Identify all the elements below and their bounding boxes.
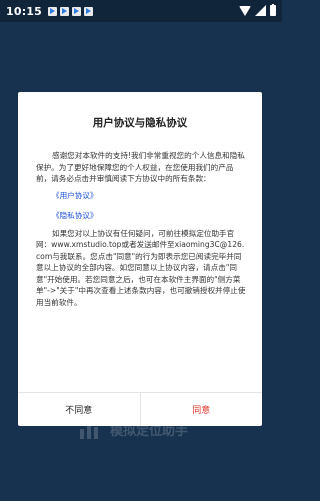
status-icons xyxy=(239,4,276,16)
privacy-agreement-link[interactable]: 《隐私协议》 xyxy=(52,208,248,224)
dialog-body: 感谢您对本软件的支持!我们非常重视您的个人信息和隐私保护。为了更好地保障您的个人… xyxy=(36,150,248,308)
wifi-icon xyxy=(239,5,251,16)
play-store-icon xyxy=(84,6,94,16)
intro-paragraph: 感谢您对本软件的支持!我们非常重视您的个人信息和隐私保护。为了更好地保障您的个人… xyxy=(36,151,245,183)
contact-paragraph: 如果您对以上协议有任何疑问，可前往模拟定位助手官网：www.xmstudio.t… xyxy=(36,228,246,307)
user-agreement-link[interactable]: 《用户协议》 xyxy=(52,188,248,204)
battery-icon xyxy=(270,4,276,16)
play-store-icon xyxy=(48,6,58,16)
agreement-dialog: 用户协议与隐私协议 感谢您对本软件的支持!我们非常重视您的个人信息和隐私保护。为… xyxy=(18,92,262,426)
play-store-icon xyxy=(60,6,70,16)
status-bar: 10:15 xyxy=(0,0,282,22)
dialog-buttons: 不同意 同意 xyxy=(18,392,262,426)
signal-icon xyxy=(255,5,266,16)
status-time: 10:15 xyxy=(6,4,43,18)
play-store-icon xyxy=(72,6,82,16)
disagree-button[interactable]: 不同意 xyxy=(18,393,141,426)
agree-button[interactable]: 同意 xyxy=(141,393,263,426)
dialog-title: 用户协议与隐私协议 xyxy=(92,117,188,129)
